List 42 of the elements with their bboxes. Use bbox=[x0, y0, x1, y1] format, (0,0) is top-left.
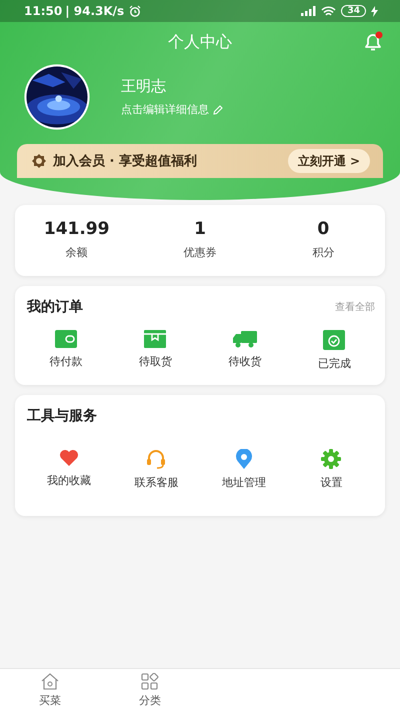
service-label[interactable]: 我的收藏 bbox=[46, 473, 91, 488]
stat-value: 0 bbox=[317, 219, 330, 239]
settings-icon[interactable] bbox=[321, 449, 342, 469]
stat-value: 141.99 bbox=[44, 219, 110, 239]
wifi-icon bbox=[321, 6, 336, 16]
user-name: 王明志 bbox=[121, 77, 167, 96]
notification-bell-icon[interactable] bbox=[362, 31, 384, 53]
member-promo-text: 加入会员 · 享受超值福利 bbox=[53, 152, 198, 170]
service-label[interactable]: 设置 bbox=[320, 475, 342, 490]
network-speed: | 94.3K/s bbox=[65, 4, 124, 18]
stat-label: 优惠券 bbox=[183, 245, 216, 260]
page-title: 个人中心 bbox=[168, 32, 232, 52]
headset-icon[interactable] bbox=[146, 449, 166, 469]
signal-icon bbox=[300, 6, 316, 16]
order-status-label[interactable]: 已完成 bbox=[318, 356, 351, 371]
wallet-icon[interactable] bbox=[54, 330, 77, 348]
stat-value: 1 bbox=[194, 219, 206, 239]
service-label[interactable]: 地址管理 bbox=[222, 475, 266, 490]
order-status-label[interactable]: 待收货 bbox=[228, 354, 262, 369]
order-status-label[interactable]: 待取货 bbox=[138, 354, 172, 369]
battery-indicator: 34 bbox=[341, 5, 366, 17]
box-icon[interactable] bbox=[144, 330, 166, 348]
stat-label: 余额 bbox=[66, 245, 88, 260]
badge-icon bbox=[31, 153, 47, 169]
truck-icon[interactable] bbox=[232, 330, 257, 348]
pencil-icon bbox=[213, 104, 223, 114]
heart-icon[interactable] bbox=[58, 449, 79, 467]
section-title: 我的订单 bbox=[27, 298, 83, 316]
service-label[interactable]: 联系客服 bbox=[134, 475, 178, 490]
home-icon bbox=[41, 672, 59, 690]
stat-label: 积分 bbox=[312, 245, 334, 260]
status-time: 11:50 bbox=[24, 4, 62, 18]
check-icon[interactable] bbox=[323, 330, 346, 350]
charging-icon bbox=[371, 6, 378, 16]
section-title: 工具与服务 bbox=[27, 407, 97, 425]
tab-item[interactable]: 买菜 bbox=[0, 672, 100, 708]
category-icon bbox=[141, 672, 159, 690]
location-pin-icon[interactable] bbox=[234, 449, 253, 469]
activate-button[interactable]: 立刻开通 > bbox=[288, 149, 370, 173]
tab-item[interactable]: 分类 bbox=[100, 672, 200, 708]
alarm-icon bbox=[129, 5, 142, 17]
order-status-label[interactable]: 待付款 bbox=[49, 354, 82, 369]
